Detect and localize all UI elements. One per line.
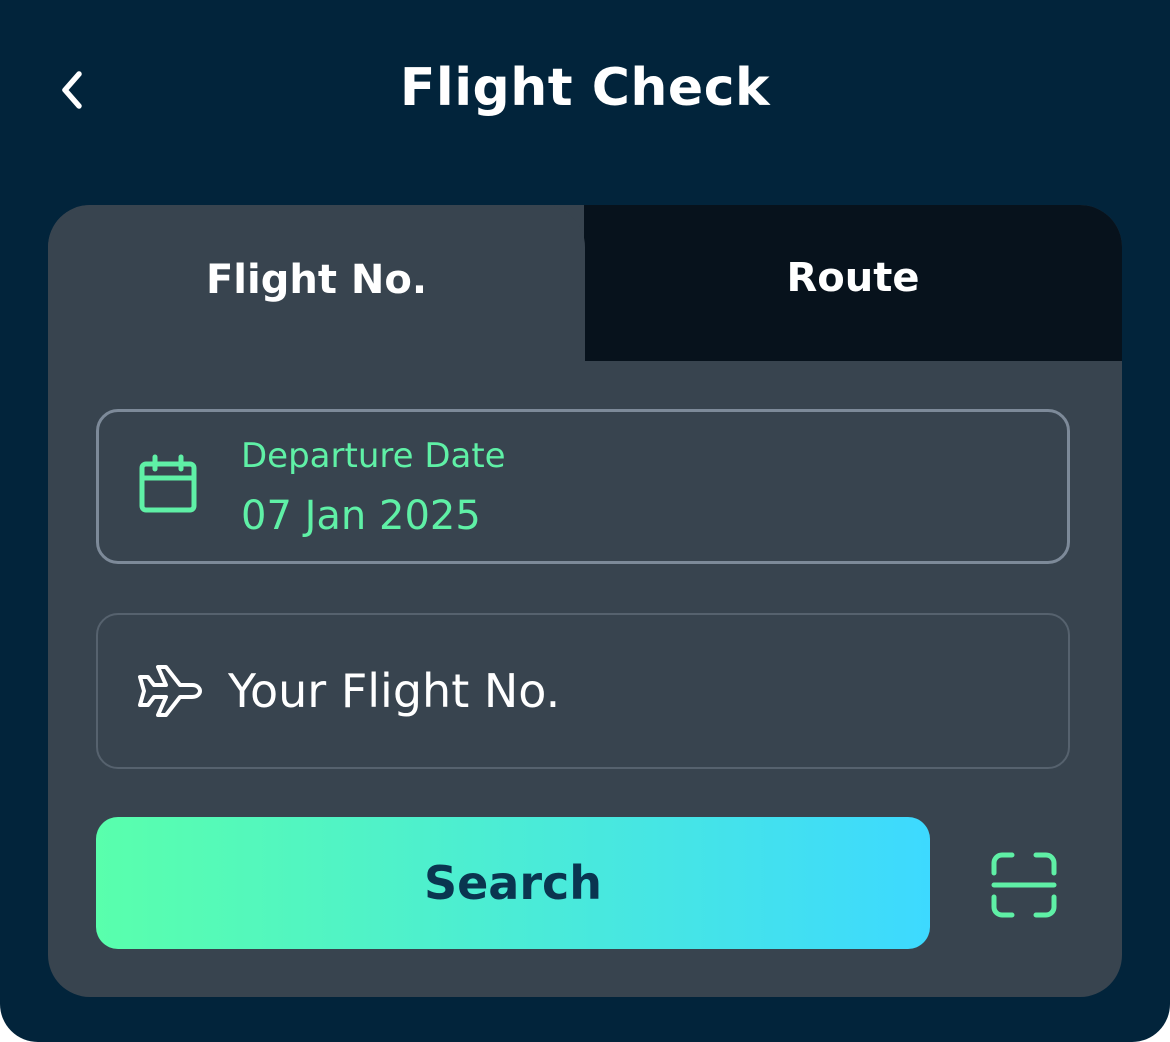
departure-date-value: 07 Jan 2025 bbox=[241, 493, 481, 539]
departure-date-label: Departure Date bbox=[241, 436, 506, 476]
flight-search-card: Route Flight No. Departure Date 07 Jan 2… bbox=[48, 205, 1122, 997]
airplane-icon bbox=[138, 665, 202, 717]
departure-date-field[interactable]: Departure Date 07 Jan 2025 bbox=[96, 409, 1070, 564]
search-button-label: Search bbox=[423, 856, 603, 910]
scan-icon[interactable] bbox=[984, 845, 1064, 925]
tab-flight-number-label: Flight No. bbox=[205, 257, 428, 303]
flight-number-input[interactable] bbox=[228, 653, 1028, 729]
calendar-icon bbox=[139, 454, 197, 513]
header: Flight Check bbox=[0, 0, 1170, 180]
tab-route-label: Route bbox=[786, 255, 920, 301]
tab-route[interactable]: Route bbox=[584, 205, 1122, 361]
tab-flight-number[interactable]: Flight No. bbox=[48, 205, 585, 365]
flight-number-field bbox=[96, 613, 1070, 769]
page-title: Flight Check bbox=[399, 58, 771, 118]
flight-check-screen: Flight Check Route Flight No. Departure … bbox=[0, 0, 1170, 1042]
search-button[interactable]: Search bbox=[96, 817, 930, 949]
